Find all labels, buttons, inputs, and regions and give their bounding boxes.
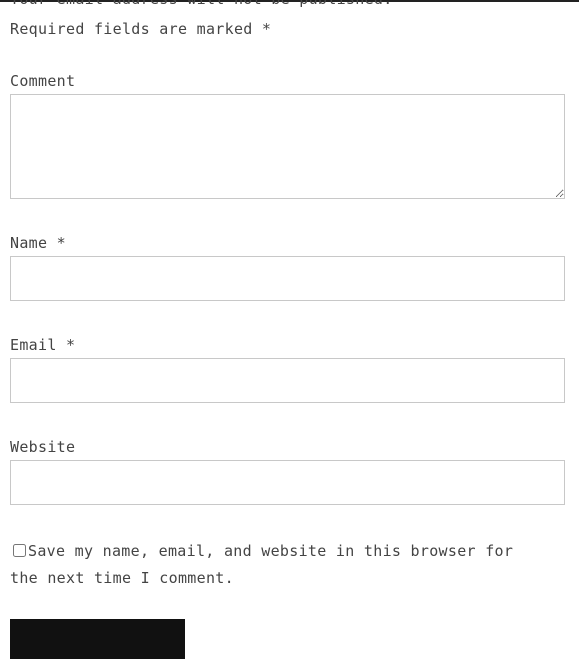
name-label: Name *	[10, 234, 66, 252]
email-input[interactable]	[10, 358, 565, 403]
website-label: Website	[10, 438, 76, 456]
email-label: Email *	[10, 336, 76, 354]
save-info-label[interactable]: Save my name, email, and website in this…	[10, 542, 513, 587]
name-input[interactable]	[10, 256, 565, 301]
post-comment-button[interactable]	[10, 619, 185, 659]
website-input[interactable]	[10, 460, 565, 505]
comment-label: Comment	[10, 72, 76, 90]
email-privacy-note: Your email address will not be published…	[10, 0, 393, 9]
comment-textarea[interactable]	[10, 94, 565, 199]
required-fields-note: Required fields are marked *	[10, 20, 272, 38]
save-info-consent: Save my name, email, and website in this…	[10, 538, 550, 592]
save-info-checkbox[interactable]	[13, 544, 26, 557]
